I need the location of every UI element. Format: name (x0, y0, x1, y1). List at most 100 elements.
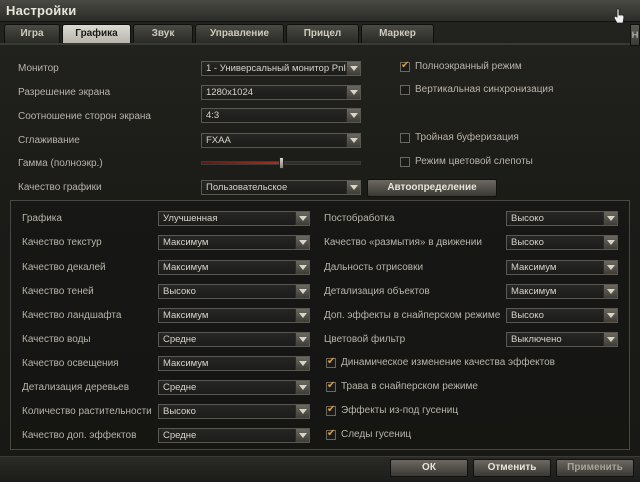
setting-value: Максимум (511, 286, 557, 297)
setting-label: Цветовой фильтр (324, 334, 406, 345)
setting-value: Выключено (511, 334, 562, 345)
tab-sound[interactable]: Звук (133, 24, 193, 43)
effect-checkbox-label: Трава в снайперском режиме (341, 381, 478, 392)
effect-checkbox[interactable] (326, 356, 336, 368)
setting-value: Максимум (163, 237, 209, 248)
chevron-down-icon (603, 261, 617, 274)
effect-checkbox[interactable] (326, 380, 336, 392)
tab-sight[interactable]: Прицел (286, 24, 359, 43)
chevron-down-icon (346, 181, 360, 194)
resolution-dropdown[interactable]: 1280x1024 (201, 85, 361, 100)
setting-value: Средне (163, 430, 197, 441)
monitor-dropdown[interactable]: 1 - Универсальный монитор PnI (201, 61, 361, 76)
setting-dropdown[interactable]: Максимум (158, 235, 310, 250)
triple-buffering-label: Тройная буферизация (415, 132, 519, 143)
tab-controls[interactable]: Управление (195, 24, 284, 43)
setting-value: Средне (163, 382, 197, 393)
tab-game[interactable]: Игра (4, 24, 60, 43)
gamma-slider-fill (202, 162, 282, 164)
setting-dropdown[interactable]: Высоко (158, 404, 310, 419)
chevron-down-icon (295, 236, 309, 249)
effect-checkbox[interactable] (326, 428, 336, 440)
apply-button[interactable]: Применить (556, 459, 634, 477)
gamma-slider[interactable] (201, 157, 361, 169)
tab-marker[interactable]: Маркер (361, 24, 434, 43)
hand-cursor-icon (613, 8, 625, 24)
setting-dropdown[interactable]: Выключено (506, 332, 618, 347)
settings-window: Настройки Н Игра Графика Звук Управление… (0, 0, 640, 482)
aspect-ratio-dropdown[interactable]: 4:3 (201, 108, 361, 123)
setting-label: Постобработка (324, 213, 395, 224)
graphics-quality-dropdown[interactable]: Пользовательское (201, 180, 361, 195)
setting-dropdown[interactable]: Средне (158, 332, 310, 347)
setting-dropdown[interactable]: Средне (158, 380, 310, 395)
antialiasing-value: FXAA (206, 135, 231, 146)
chevron-down-icon (295, 381, 309, 394)
monitor-value: 1 - Универсальный монитор PnI (206, 63, 347, 74)
fullscreen-checkbox[interactable] (400, 60, 410, 72)
title-bar: Настройки (0, 0, 640, 24)
setting-label: Детализация деревьев (22, 382, 130, 393)
antialiasing-label: Сглаживание (18, 135, 80, 146)
setting-value: Максимум (511, 262, 557, 273)
setting-dropdown[interactable]: Максимум (506, 260, 618, 275)
setting-dropdown[interactable]: Высоко (506, 211, 618, 226)
setting-label: Качество воды (22, 334, 91, 345)
setting-label: Качество освещения (22, 358, 119, 369)
setting-dropdown[interactable]: Высоко (506, 308, 618, 323)
chevron-down-icon (346, 86, 360, 99)
resolution-label: Разрешение экрана (18, 87, 111, 98)
effect-checkbox-label: Эффекты из-под гусениц (341, 405, 459, 416)
setting-dropdown[interactable]: Улучшенная (158, 211, 310, 226)
setting-dropdown[interactable]: Высоко (506, 235, 618, 250)
autodetect-button[interactable]: Автоопределение (367, 179, 497, 197)
chevron-down-icon (295, 405, 309, 418)
graphics-quality-value: Пользовательское (206, 182, 288, 193)
tab-graphics[interactable]: Графика (62, 24, 131, 43)
gamma-slider-handle[interactable] (279, 157, 284, 169)
chevron-down-icon (295, 333, 309, 346)
setting-dropdown[interactable]: Максимум (158, 308, 310, 323)
chevron-down-icon (295, 357, 309, 370)
colorblind-checkbox[interactable] (400, 157, 410, 167)
setting-dropdown[interactable]: Максимум (158, 356, 310, 371)
gamma-label: Гамма (полноэкр.) (18, 158, 103, 169)
window-title: Настройки (6, 3, 77, 18)
effect-checkbox-label: Динамическое изменение качества эффектов (341, 357, 555, 368)
setting-label: Качество теней (22, 286, 94, 297)
ok-button[interactable]: ОК (390, 459, 468, 477)
setting-dropdown[interactable]: Максимум (506, 284, 618, 299)
setting-value: Улучшенная (163, 213, 218, 224)
tab-bar: Игра Графика Звук Управление Прицел Марк… (4, 24, 436, 43)
setting-label: Детализация объектов (324, 286, 430, 297)
setting-label: Качество «размытия» в движении (324, 237, 482, 248)
setting-value: Высоко (511, 237, 544, 248)
setting-label: Графика (22, 213, 62, 224)
setting-label: Доп. эффекты в снайперском режиме (324, 310, 501, 321)
chevron-down-icon (603, 212, 617, 225)
setting-dropdown[interactable]: Средне (158, 428, 310, 443)
tab-divider (0, 43, 630, 45)
setting-label: Качество доп. эффектов (22, 430, 137, 441)
graphics-quality-label: Качество графики (18, 182, 102, 193)
aspect-ratio-label: Соотношение сторон экрана (18, 111, 151, 122)
setting-label: Качество ландшафта (22, 310, 122, 321)
chevron-down-icon (295, 429, 309, 442)
setting-dropdown[interactable]: Максимум (158, 260, 310, 275)
setting-dropdown[interactable]: Высоко (158, 284, 310, 299)
effect-checkbox[interactable] (326, 404, 336, 416)
vsync-checkbox[interactable] (400, 85, 410, 95)
chevron-down-icon (603, 236, 617, 249)
chevron-down-icon (346, 134, 360, 147)
vsync-label: Вертикальная синхронизация (415, 84, 554, 95)
cancel-button[interactable]: Отменить (473, 459, 551, 477)
effect-checkbox-label: Следы гусениц (341, 429, 412, 440)
triple-buffering-checkbox[interactable] (400, 133, 410, 143)
setting-value: Высоко (163, 406, 196, 417)
side-panel-button[interactable]: Н (630, 24, 640, 46)
antialiasing-dropdown[interactable]: FXAA (201, 133, 361, 148)
chevron-down-icon (603, 309, 617, 322)
aspect-ratio-value: 4:3 (206, 110, 220, 121)
chevron-down-icon (295, 212, 309, 225)
chevron-down-icon (346, 109, 360, 122)
